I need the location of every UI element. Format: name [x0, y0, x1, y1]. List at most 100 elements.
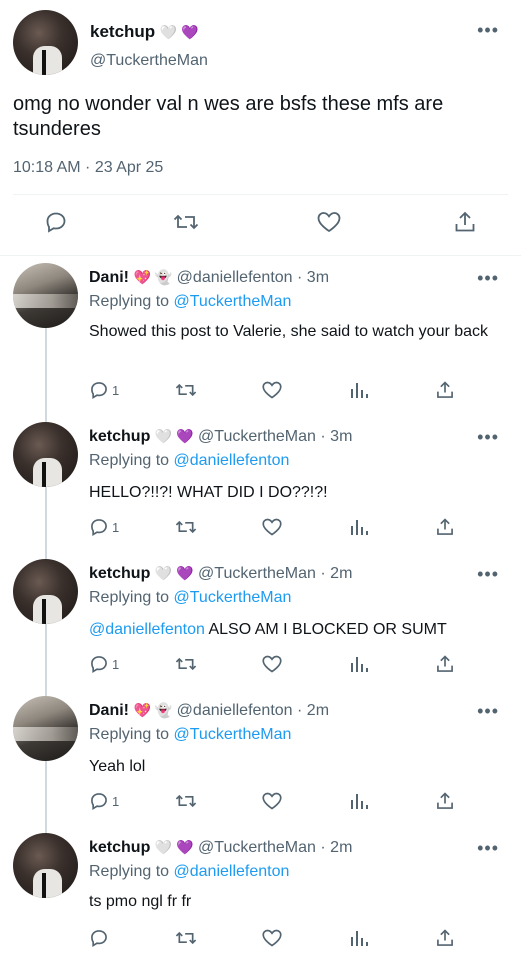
reply-button[interactable]: 1	[89, 516, 119, 538]
retweet-button[interactable]	[175, 379, 197, 401]
divider	[0, 255, 521, 256]
analytics-button[interactable]	[349, 790, 369, 812]
retweet-button[interactable]	[175, 516, 197, 538]
analytics-icon	[351, 794, 368, 809]
reply-text: Yeah lol	[89, 758, 146, 775]
reply-author-name[interactable]: ketchup	[89, 839, 150, 856]
analytics-button[interactable]	[349, 516, 369, 538]
replying-to-link[interactable]: @TuckertheMan	[174, 726, 292, 743]
analytics-icon	[351, 520, 368, 535]
like-button[interactable]	[316, 210, 342, 234]
avatar[interactable]	[13, 559, 78, 624]
reply-author-handle[interactable]: @daniellefenton	[177, 702, 293, 719]
analytics-button[interactable]	[349, 379, 369, 401]
share-icon	[437, 792, 453, 809]
reply-tweet[interactable]: Dani! 💖 👻 @daniellefenton · 3m ••• Reply…	[0, 263, 521, 413]
share-icon	[437, 929, 453, 946]
reply-time[interactable]: · 2m	[297, 702, 329, 719]
avatar[interactable]	[13, 422, 78, 487]
reply-author-emojis: 🤍 💜	[154, 565, 194, 582]
retweet-button[interactable]	[175, 927, 197, 949]
share-button[interactable]	[435, 790, 455, 812]
like-button[interactable]	[261, 927, 283, 949]
like-icon	[317, 212, 341, 233]
avatar[interactable]	[13, 263, 78, 328]
reply-author-name[interactable]: Dani!	[89, 702, 129, 719]
replying-prefix: Replying to	[89, 452, 170, 469]
like-button[interactable]	[261, 379, 283, 401]
reply-button[interactable]	[44, 210, 68, 234]
reply-text: HELLO?!!?! WHAT DID I DO??!?!	[89, 484, 328, 501]
reply-button[interactable]: 1	[89, 790, 119, 812]
tweet-timestamp[interactable]: 10:18 AM · 23 Apr 25	[13, 159, 163, 177]
reply-time[interactable]: · 3m	[297, 269, 329, 286]
reply-author-handle[interactable]: @TuckertheMan	[198, 565, 316, 582]
reply-button[interactable]: 1	[89, 379, 119, 401]
reply-text: Showed this post to Valerie, she said to…	[89, 323, 489, 340]
more-icon[interactable]: •••	[477, 21, 499, 39]
reply-count: 1	[112, 519, 120, 535]
reply-tweet[interactable]: ketchup 🤍 💜 @TuckertheMan · 3m ••• Reply…	[0, 422, 521, 557]
retweet-icon	[175, 931, 197, 945]
share-button[interactable]	[435, 379, 455, 401]
replying-prefix: Replying to	[89, 293, 170, 310]
reply-header: ketchup 🤍 💜 @TuckertheMan · 2m	[89, 565, 352, 583]
like-icon	[262, 655, 282, 673]
replying-to: Replying to @daniellefenton	[89, 863, 289, 881]
like-button[interactable]	[261, 516, 283, 538]
reply-author-handle[interactable]: @TuckertheMan	[198, 428, 316, 445]
share-button[interactable]	[453, 210, 477, 234]
like-icon	[262, 381, 282, 399]
author-name[interactable]: ketchup 🤍 💜	[90, 22, 199, 42]
share-button[interactable]	[435, 653, 455, 675]
divider	[13, 194, 508, 195]
mention-link[interactable]: @daniellefenton	[89, 621, 205, 638]
reply-count: 1	[112, 793, 120, 809]
reply-tweet[interactable]: Dani! 💖 👻 @daniellefenton · 2m ••• Reply…	[0, 696, 521, 831]
reply-tweet[interactable]: ketchup 🤍 💜 @TuckertheMan · 2m ••• Reply…	[0, 833, 521, 960]
reply-author-name[interactable]: ketchup	[89, 428, 150, 445]
reply-time[interactable]: · 3m	[320, 428, 352, 445]
replying-to-link[interactable]: @TuckertheMan	[174, 293, 292, 310]
reply-actions	[89, 927, 469, 949]
tweet-actions	[0, 210, 521, 240]
share-button[interactable]	[435, 927, 455, 949]
reply-actions: 1	[89, 379, 469, 401]
analytics-icon	[351, 657, 368, 672]
reply-button[interactable]: 1	[89, 653, 119, 675]
more-icon[interactable]: •••	[477, 269, 499, 287]
replying-to-link[interactable]: @daniellefenton	[174, 452, 290, 469]
reply-author-name[interactable]: Dani!	[89, 269, 129, 286]
retweet-icon	[175, 383, 197, 397]
reply-time[interactable]: · 2m	[320, 839, 352, 856]
replying-to-link[interactable]: @TuckertheMan	[174, 589, 292, 606]
replying-prefix: Replying to	[89, 863, 170, 880]
author-handle[interactable]: @TuckertheMan	[90, 52, 208, 70]
share-button[interactable]	[435, 516, 455, 538]
like-button[interactable]	[261, 790, 283, 812]
reply-author-handle[interactable]: @TuckertheMan	[198, 839, 316, 856]
reply-time[interactable]: · 2m	[320, 565, 352, 582]
replying-to-link[interactable]: @daniellefenton	[174, 863, 290, 880]
share-icon	[437, 655, 453, 672]
retweet-button[interactable]	[175, 653, 197, 675]
avatar[interactable]	[13, 696, 78, 761]
more-icon[interactable]: •••	[477, 565, 499, 583]
analytics-button[interactable]	[349, 653, 369, 675]
more-icon[interactable]: •••	[477, 702, 499, 720]
analytics-button[interactable]	[349, 927, 369, 949]
avatar[interactable]	[13, 10, 78, 75]
reply-author-name[interactable]: ketchup	[89, 565, 150, 582]
reply-button[interactable]	[89, 927, 112, 949]
avatar[interactable]	[13, 833, 78, 898]
reply-tweet[interactable]: ketchup 🤍 💜 @TuckertheMan · 2m ••• Reply…	[0, 559, 521, 694]
reply-header: Dani! 💖 👻 @daniellefenton · 3m	[89, 269, 329, 287]
reply-author-handle[interactable]: @daniellefenton	[177, 269, 293, 286]
retweet-button[interactable]	[173, 210, 199, 234]
more-icon[interactable]: •••	[477, 428, 499, 446]
more-icon[interactable]: •••	[477, 839, 499, 857]
like-button[interactable]	[261, 653, 283, 675]
retweet-button[interactable]	[175, 790, 197, 812]
reply-text: ts pmo ngl fr fr	[89, 893, 192, 910]
reply-actions: 1	[89, 790, 469, 812]
